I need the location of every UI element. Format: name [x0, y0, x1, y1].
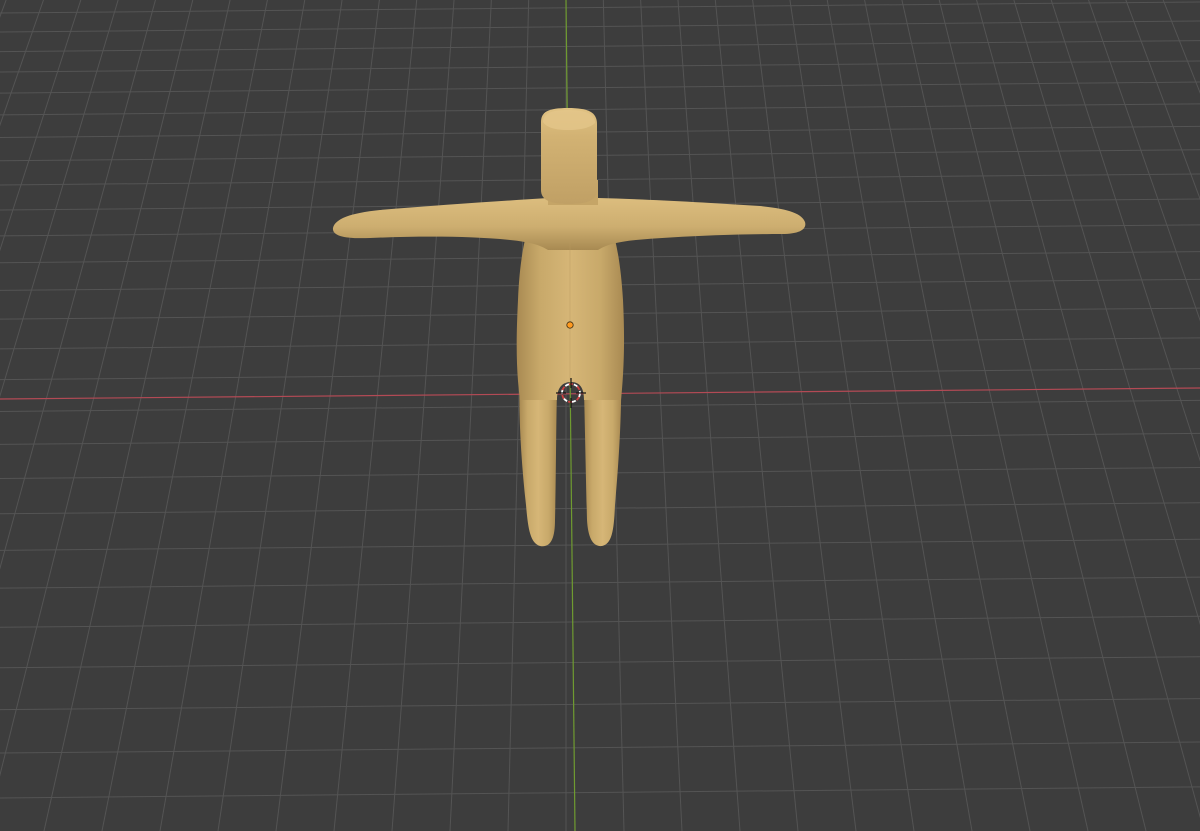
object-origin-marker — [566, 321, 574, 329]
grid-line — [714, 0, 799, 831]
grid-line — [1050, 0, 1200, 462]
grid-line — [864, 0, 1031, 831]
grid-line — [938, 0, 1147, 831]
grid-line — [0, 0, 7, 18]
head-top-highlight — [543, 110, 595, 130]
grid-line — [0, 125, 1200, 138]
viewport-canvas[interactable] — [0, 0, 1200, 831]
grid-line — [0, 786, 1200, 799]
grid-line — [0, 741, 1200, 754]
grid-line — [0, 1, 1200, 14]
grid-line — [752, 0, 857, 831]
grid-line — [901, 0, 1089, 831]
grid-line — [0, 0, 156, 570]
grid-line — [0, 0, 82, 252]
grid-line — [0, 40, 1200, 53]
grid-line — [1125, 0, 1200, 201]
grid-line — [0, 60, 1200, 73]
grid-line — [0, 0, 194, 777]
humanoid-mesh[interactable] — [332, 108, 806, 547]
grid-line — [159, 0, 306, 831]
grid-line — [1088, 0, 1200, 322]
grid-line — [0, 615, 1200, 628]
grid-line — [0, 656, 1200, 669]
grid-line — [1162, 0, 1200, 94]
grid-line — [101, 0, 268, 831]
grid-line — [640, 0, 683, 831]
3d-viewport[interactable] — [0, 0, 1200, 831]
grid-line — [0, 698, 1200, 711]
grid-line — [677, 0, 741, 831]
grid-line — [789, 0, 915, 831]
grid-line — [0, 81, 1200, 94]
grid-line — [0, 0, 44, 127]
grid-line — [449, 0, 492, 831]
grid-line — [976, 0, 1200, 819]
grid-line — [0, 576, 1200, 589]
grid-line — [0, 103, 1200, 116]
grid-line — [0, 173, 1200, 186]
grid-line — [0, 0, 119, 398]
grid-line — [826, 0, 973, 831]
grid-line — [0, 20, 1200, 33]
grid-line — [43, 0, 231, 831]
